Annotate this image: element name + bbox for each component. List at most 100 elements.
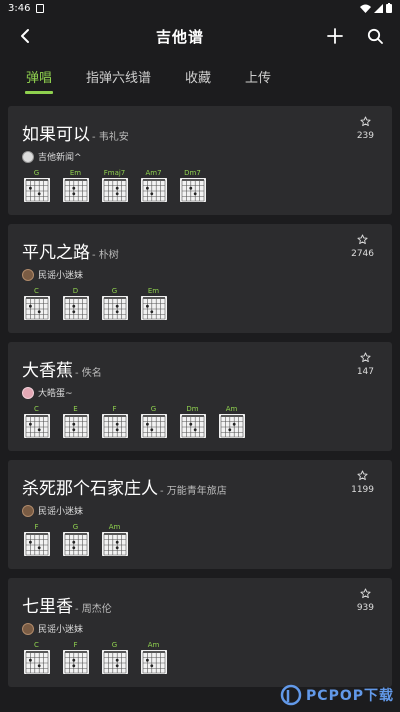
chord-fretboard-icon [101, 414, 128, 438]
song-title-row: 大香蕉 - 佚名 [22, 356, 378, 381]
chord-fretboard-icon [62, 296, 89, 320]
chord-diagram: Fmaj7 [100, 169, 129, 202]
song-title: 杀死那个石家庄人 [22, 479, 158, 499]
chord-name: C [34, 287, 39, 295]
chord-diagram: Dm [178, 405, 207, 438]
signal-icon [374, 3, 383, 13]
song-card[interactable]: 杀死那个石家庄人 - 万能青年旅店 民谣小迷妹 F G Am 1199 [8, 460, 392, 569]
search-icon [367, 28, 383, 44]
chord-diagram: Am [139, 641, 168, 674]
chord-fretboard-icon [101, 532, 128, 556]
chord-diagram: Am [100, 523, 129, 556]
song-title-row: 平凡之路 - 朴树 [22, 238, 378, 263]
chord-fretboard-icon [62, 178, 89, 202]
chord-fretboard-icon [140, 178, 167, 202]
song-artist: - 佚名 [75, 368, 102, 379]
chord-diagram: Em [139, 287, 168, 320]
chord-diagram: Dm7 [178, 169, 207, 202]
chord-fretboard-icon [62, 414, 89, 438]
tab-fingerstyle-tab[interactable]: 指弹六线谱 [82, 63, 155, 94]
plus-icon [327, 28, 343, 44]
favorite-count: 2746 [351, 249, 374, 259]
chord-name: G [150, 405, 157, 413]
chord-name: F [34, 523, 39, 531]
favorite-button[interactable]: 2746 [351, 234, 374, 259]
favorite-button[interactable]: 939 [357, 588, 374, 613]
song-card[interactable]: 七里香 - 周杰伦 民谣小迷妹 C F G Am 939 [8, 578, 392, 687]
chord-name: Em [69, 169, 82, 177]
chord-fretboard-icon [179, 178, 206, 202]
wifi-icon [360, 4, 371, 13]
chord-fretboard-icon [101, 178, 128, 202]
song-card[interactable]: 大香蕉 - 佚名 大皓蛋~ C E F G Dm Am 147 [8, 342, 392, 451]
star-icon [357, 234, 368, 245]
chord-diagram: E [61, 405, 90, 438]
uploader-name: 民谣小迷妹 [38, 625, 84, 635]
avatar [22, 386, 34, 399]
avatar [22, 268, 34, 281]
chord-diagram: Em [61, 169, 90, 202]
chord-diagram: G [100, 641, 129, 674]
watermark: PCPOP下载 [280, 684, 394, 706]
chord-fretboard-icon [218, 414, 245, 438]
chord-name: G [111, 641, 118, 649]
song-title-row: 如果可以 - 韦礼安 [22, 120, 378, 145]
chord-name: F [73, 641, 78, 649]
chord-name: C [34, 641, 39, 649]
chord-name: Am [108, 523, 121, 531]
chord-name: Am [225, 405, 238, 413]
search-button[interactable] [364, 25, 386, 47]
tab-upload[interactable]: 上传 [241, 63, 275, 94]
chord-list: G Em Fmaj7 Am7 Dm7 [22, 169, 378, 202]
tab-bar: 弹唱 指弹六线谱 收藏 上传 [0, 56, 400, 100]
favorite-count: 147 [356, 367, 374, 377]
song-title: 七里香 [22, 597, 73, 617]
chord-name: Em [147, 287, 160, 295]
chord-fretboard-icon [23, 178, 50, 202]
song-card[interactable]: 如果可以 - 韦礼安 吉他新闻^ G Em Fmaj7 Am7 Dm7 239 [8, 106, 392, 215]
chord-diagram: F [61, 641, 90, 674]
chord-name: Dm [186, 405, 199, 413]
back-button[interactable] [14, 25, 36, 47]
chord-fretboard-icon [101, 296, 128, 320]
chord-list: C E F G Dm Am [22, 405, 378, 438]
tab-tanchang[interactable]: 弹唱 [22, 63, 56, 94]
favorite-button[interactable]: 1199 [351, 470, 374, 495]
uploader-name: 民谣小迷妹 [38, 271, 84, 281]
chord-diagram: Am [217, 405, 246, 438]
avatar [22, 150, 34, 163]
uploader-row: 吉他新闻^ [22, 150, 378, 163]
chord-diagram: G [22, 169, 51, 202]
chord-fretboard-icon [140, 296, 167, 320]
favorite-button[interactable]: 147 [357, 352, 374, 377]
uploader-name: 民谣小迷妹 [38, 507, 84, 517]
chord-diagram: C [22, 405, 51, 438]
song-artist: - 朴树 [92, 250, 119, 261]
chord-fretboard-icon [140, 414, 167, 438]
favorite-button[interactable]: 239 [357, 116, 374, 141]
chord-name: G [33, 169, 40, 177]
notification-icon [36, 3, 45, 13]
song-card[interactable]: 平凡之路 - 朴树 民谣小迷妹 C D G Em 2746 [8, 224, 392, 333]
tab-favorites[interactable]: 收藏 [181, 63, 215, 94]
song-artist: - 韦礼安 [92, 132, 129, 143]
chord-name: E [73, 405, 78, 413]
chord-list: C D G Em [22, 287, 378, 320]
chord-fretboard-icon [62, 650, 89, 674]
favorite-count: 239 [356, 131, 374, 141]
add-button[interactable] [324, 25, 346, 47]
chord-name: Am [147, 641, 160, 649]
song-title: 如果可以 [22, 125, 90, 145]
chord-list: F G Am [22, 523, 378, 556]
uploader-name: 吉他新闻^ [38, 153, 82, 163]
chord-name: G [72, 523, 79, 531]
chord-name: Dm7 [184, 169, 201, 177]
song-list: 如果可以 - 韦礼安 吉他新闻^ G Em Fmaj7 Am7 Dm7 239 … [8, 106, 392, 696]
chord-fretboard-icon [23, 650, 50, 674]
chord-fretboard-icon [23, 532, 50, 556]
song-title-row: 杀死那个石家庄人 - 万能青年旅店 [22, 474, 378, 499]
page-title: 吉他谱 [155, 27, 204, 46]
battery-icon [386, 3, 392, 13]
chord-name: F [112, 405, 117, 413]
status-time: 3:46 [8, 2, 31, 14]
